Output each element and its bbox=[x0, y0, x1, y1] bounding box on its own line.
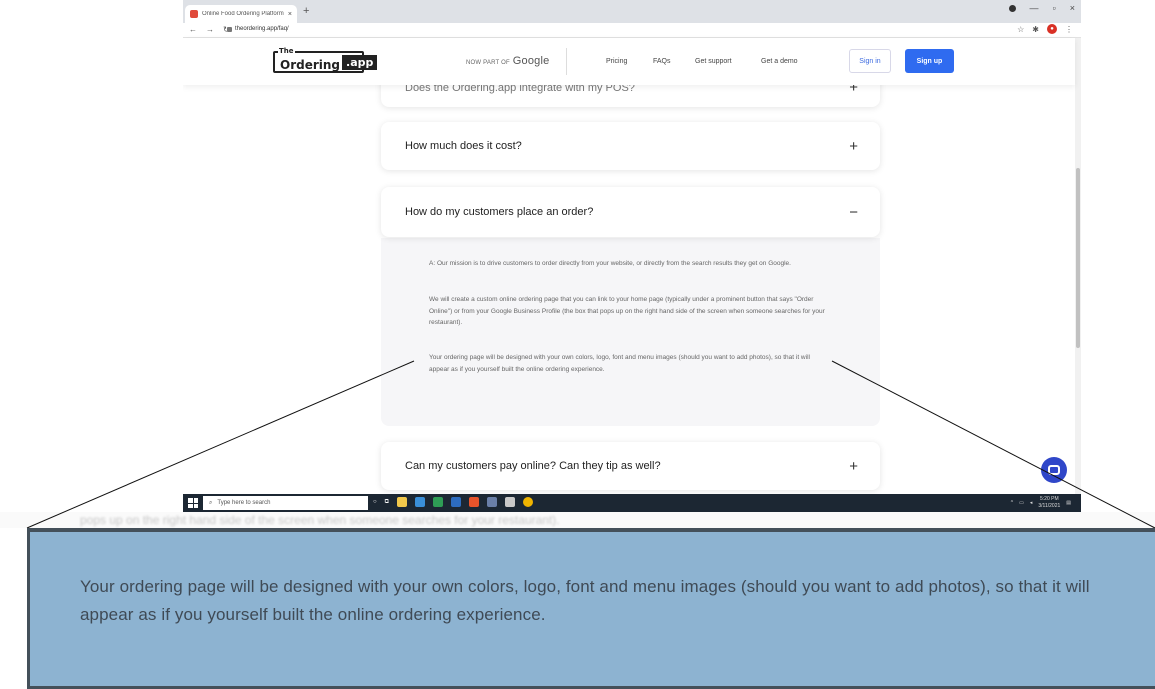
taskbar-search-placeholder: Type here to search bbox=[217, 500, 271, 506]
taskbar-search-input[interactable]: ⌕ Type here to search bbox=[203, 496, 368, 510]
app-icon[interactable] bbox=[414, 497, 425, 507]
zoom-blur-band: pops up on the right hand side of the sc… bbox=[0, 512, 1155, 528]
faq-item-pos[interactable]: Does the Ordering.app integrate with my … bbox=[381, 85, 880, 107]
back-icon[interactable]: ← bbox=[189, 25, 197, 34]
notification-badge-icon[interactable]: ● bbox=[1047, 24, 1057, 34]
browser-window: Online Food Ordering Platform × + — ▫ × … bbox=[183, 0, 1081, 512]
chat-widget-button[interactable] bbox=[1041, 457, 1067, 483]
faq-question: How much does it cost? bbox=[405, 140, 522, 152]
scrollbar-thumb[interactable] bbox=[1076, 168, 1080, 348]
word-icon[interactable] bbox=[450, 497, 461, 507]
cortana-icon[interactable]: ○ bbox=[373, 499, 377, 505]
sign-in-button[interactable]: Sign in bbox=[849, 49, 891, 73]
nav-buttons: ← → ↻ bbox=[189, 25, 230, 34]
zoom-blur-text: pops up on the right hand side of the sc… bbox=[80, 513, 560, 527]
excel-icon[interactable] bbox=[432, 497, 443, 507]
faq-question: Can my customers pay online? Can they ti… bbox=[405, 460, 661, 472]
minimize-button[interactable]: — bbox=[1030, 3, 1039, 13]
logo-app: .app bbox=[342, 54, 378, 70]
file-explorer-icon[interactable] bbox=[396, 497, 407, 507]
search-icon: ⌕ bbox=[209, 499, 213, 506]
close-tab-icon[interactable]: × bbox=[288, 11, 292, 18]
sign-up-button[interactable]: Sign up bbox=[905, 49, 954, 73]
lock-icon bbox=[227, 26, 232, 32]
logo-the: The bbox=[278, 47, 295, 55]
screenshot-root: Online Food Ordering Platform × + — ▫ × … bbox=[0, 0, 1155, 689]
nav-pricing[interactable]: Pricing bbox=[606, 58, 627, 65]
header-divider bbox=[566, 48, 567, 75]
app-icon[interactable] bbox=[486, 497, 497, 507]
nav-get-demo[interactable]: Get a demo bbox=[761, 58, 798, 65]
maximize-button[interactable]: ▫ bbox=[1053, 3, 1056, 13]
google-partner-tag: NOW PART OF Google bbox=[466, 55, 549, 67]
puzzle-icon[interactable]: ✱ bbox=[1032, 25, 1039, 34]
notifications-icon[interactable]: ▤ bbox=[1066, 500, 1071, 506]
faq-item-pay-online[interactable]: Can my customers pay online? Can they ti… bbox=[381, 442, 880, 490]
app-icon[interactable] bbox=[504, 497, 515, 507]
windows-start-icon[interactable] bbox=[188, 498, 198, 508]
task-view-icon[interactable]: ⧉ bbox=[385, 499, 389, 506]
site-favicon-icon bbox=[190, 10, 198, 18]
tab-bar: Online Food Ordering Platform × + — ▫ × bbox=[183, 0, 1081, 23]
network-icon[interactable]: ▭ bbox=[1019, 500, 1024, 506]
faq-answer-panel: A: Our mission is to drive customers to … bbox=[381, 238, 880, 426]
tab-title: Online Food Ordering Platform bbox=[202, 11, 284, 17]
page-scrollbar[interactable] bbox=[1075, 38, 1081, 494]
nav-faqs[interactable]: FAQs bbox=[653, 58, 671, 65]
chrome-icon[interactable] bbox=[522, 497, 533, 507]
answer-paragraph: Your ordering page will be designed with… bbox=[429, 354, 810, 373]
kebab-menu-icon[interactable]: ⋮ bbox=[1065, 25, 1073, 34]
firefox-icon[interactable] bbox=[468, 497, 479, 507]
faq-item-cost[interactable]: How much does it cost? + bbox=[381, 122, 880, 170]
browser-tab[interactable]: Online Food Ordering Platform × bbox=[185, 5, 297, 23]
clock-date: 3/11/2021 bbox=[1038, 503, 1061, 509]
volume-icon[interactable]: ◂ bbox=[1030, 500, 1033, 506]
system-tray: ^ ▭ ◂ 5:20 PM 3/11/2021 ▤ bbox=[1011, 496, 1071, 510]
taskbar-apps: ○ ⧉ bbox=[373, 497, 533, 507]
address-bar: ← → ↻ theordering.app/faq/ ☆ ✱ ● ⋮ bbox=[183, 23, 1081, 38]
extension-area: ☆ ✱ ● ⋮ bbox=[1017, 24, 1073, 34]
callout-text: Your ordering page will be designed with… bbox=[80, 577, 1090, 624]
close-window-button[interactable]: × bbox=[1070, 3, 1075, 13]
google-word: Google bbox=[512, 55, 550, 67]
clock-time: 5:20 PM bbox=[1040, 496, 1059, 502]
url-field[interactable]: theordering.app/faq/ bbox=[227, 26, 289, 32]
answer-paragraph: A: Our mission is to drive customers to … bbox=[429, 260, 791, 267]
logo-word: Ordering bbox=[280, 58, 341, 72]
profile-icon[interactable] bbox=[1008, 4, 1016, 12]
chat-icon bbox=[1048, 465, 1060, 475]
plus-icon: + bbox=[849, 85, 858, 96]
taskbar-clock[interactable]: 5:20 PM 3/11/2021 bbox=[1038, 496, 1060, 510]
zoom-callout: Your ordering page will be designed with… bbox=[27, 528, 1155, 689]
forward-icon[interactable]: → bbox=[206, 25, 214, 34]
nav-get-support[interactable]: Get support bbox=[695, 58, 732, 65]
faq-item-place-order[interactable]: How do my customers place an order? − bbox=[381, 187, 880, 237]
site-header: The Ordering .app NOW PART OF Google Pri… bbox=[183, 38, 1075, 85]
ordering-app-logo[interactable]: The Ordering .app bbox=[273, 47, 378, 73]
url-text: theordering.app/faq/ bbox=[235, 26, 289, 32]
new-tab-button[interactable]: + bbox=[303, 5, 309, 17]
answer-paragraph: We will create a custom online ordering … bbox=[429, 296, 825, 326]
faq-question: Does the Ordering.app integrate with my … bbox=[405, 85, 635, 94]
faq-question: How do my customers place an order? bbox=[405, 206, 594, 218]
window-controls: — ▫ × bbox=[1008, 3, 1075, 13]
star-icon[interactable]: ☆ bbox=[1017, 25, 1024, 34]
minus-icon: − bbox=[849, 204, 858, 221]
plus-icon: + bbox=[849, 458, 858, 475]
windows-taskbar: ⌕ Type here to search ○ ⧉ ^ ▭ ◂ 5:20 PM … bbox=[183, 494, 1081, 512]
google-prefix: NOW PART OF bbox=[466, 60, 510, 66]
faq-content: Does the Ordering.app integrate with my … bbox=[183, 85, 1075, 494]
plus-icon: + bbox=[849, 138, 858, 155]
tray-chevron-icon[interactable]: ^ bbox=[1011, 500, 1013, 506]
